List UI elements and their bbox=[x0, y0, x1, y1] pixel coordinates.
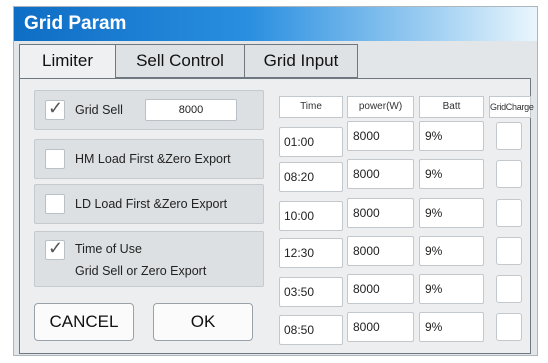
grid-charge-checkbox[interactable] bbox=[496, 237, 522, 265]
time-of-use-group: ✓ Time of Use Grid Sell or Zero Export bbox=[34, 231, 264, 287]
time-input[interactable]: 03:50 bbox=[279, 277, 343, 307]
ok-button[interactable]: OK bbox=[153, 303, 253, 341]
hm-load-label: HM Load First &Zero Export bbox=[75, 152, 231, 166]
time-of-use-sublabel: Grid Sell or Zero Export bbox=[75, 264, 207, 278]
grid-charge-checkbox[interactable] bbox=[496, 122, 522, 150]
grid-param-window: Grid Param Limiter Sell Control Grid Inp… bbox=[13, 6, 538, 356]
batt-input[interactable]: 9% bbox=[419, 198, 484, 228]
batt-input[interactable]: 9% bbox=[419, 159, 484, 189]
power-input[interactable]: 8000 bbox=[347, 274, 414, 304]
time-input[interactable]: 08:20 bbox=[279, 162, 343, 192]
power-input[interactable]: 8000 bbox=[347, 121, 414, 151]
grid-charge-checkbox[interactable] bbox=[496, 313, 522, 341]
header-time: Time bbox=[279, 96, 343, 118]
grid-charge-checkbox[interactable] bbox=[496, 275, 522, 303]
grid-sell-label: Grid Sell bbox=[75, 103, 123, 117]
time-input[interactable]: 12:30 bbox=[279, 238, 343, 268]
time-input[interactable]: 10:00 bbox=[279, 201, 343, 231]
grid-charge-checkbox[interactable] bbox=[496, 160, 522, 188]
title-bar: Grid Param bbox=[14, 7, 537, 41]
time-input[interactable]: 08:50 bbox=[279, 315, 343, 345]
batt-input[interactable]: 9% bbox=[419, 236, 484, 266]
ld-load-label: LD Load First &Zero Export bbox=[75, 197, 228, 211]
tab-sell-control[interactable]: Sell Control bbox=[115, 44, 245, 78]
ld-load-checkbox[interactable] bbox=[45, 194, 65, 214]
batt-input[interactable]: 9% bbox=[419, 274, 484, 304]
time-of-use-checkbox[interactable]: ✓ bbox=[45, 238, 65, 260]
hm-load-group: HM Load First &Zero Export bbox=[34, 139, 264, 179]
checkmark-icon: ✓ bbox=[48, 238, 64, 258]
header-gridcharge: GridCharge bbox=[489, 96, 534, 118]
time-of-use-label: Time of Use bbox=[75, 242, 142, 256]
power-input[interactable]: 8000 bbox=[347, 198, 414, 228]
batt-input[interactable]: 9% bbox=[419, 312, 484, 342]
tab-limiter[interactable]: Limiter bbox=[19, 44, 116, 79]
ld-load-group: LD Load First &Zero Export bbox=[34, 184, 264, 224]
hm-load-checkbox[interactable] bbox=[45, 149, 65, 169]
grid-sell-checkbox[interactable]: ✓ bbox=[45, 98, 65, 120]
grid-charge-checkbox[interactable] bbox=[496, 199, 522, 227]
tab-grid-input[interactable]: Grid Input bbox=[244, 44, 358, 78]
checkmark-icon: ✓ bbox=[48, 98, 64, 118]
grid-sell-value-input[interactable]: 8000 bbox=[145, 99, 237, 121]
power-input[interactable]: 8000 bbox=[347, 159, 414, 189]
header-power: power(W) bbox=[347, 96, 414, 118]
power-input[interactable]: 8000 bbox=[347, 236, 414, 266]
grid-sell-group: ✓ Grid Sell 8000 bbox=[34, 90, 264, 130]
header-batt: Batt bbox=[419, 96, 484, 118]
batt-input[interactable]: 9% bbox=[419, 121, 484, 151]
cancel-button[interactable]: CANCEL bbox=[34, 303, 134, 341]
tab-bar: Limiter Sell Control Grid Input bbox=[19, 44, 531, 79]
power-input[interactable]: 8000 bbox=[347, 312, 414, 342]
window-title: Grid Param bbox=[24, 13, 127, 34]
time-input[interactable]: 01:00 bbox=[279, 127, 343, 157]
